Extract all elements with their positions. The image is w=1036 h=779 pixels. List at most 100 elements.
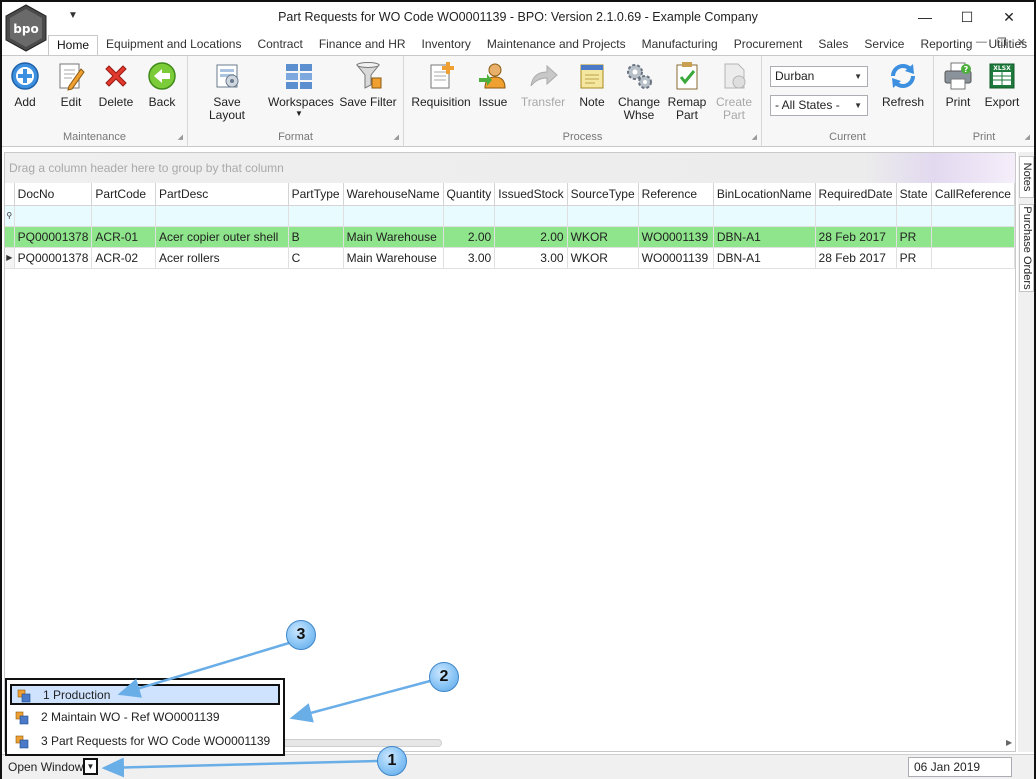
transfer-button[interactable]: Transfer bbox=[520, 60, 566, 109]
export-button[interactable]: XLSX Export bbox=[982, 60, 1022, 109]
delete-button[interactable]: Delete bbox=[96, 60, 136, 109]
cell-warehousename[interactable]: Main Warehouse bbox=[343, 247, 444, 269]
column-header-state[interactable]: State bbox=[896, 183, 932, 206]
cell-binlocationname[interactable]: DBN-A1 bbox=[713, 247, 816, 269]
column-header-partdesc[interactable]: PartDesc bbox=[155, 183, 289, 206]
scroll-right-icon[interactable]: ▶ bbox=[1006, 738, 1012, 747]
states-select[interactable]: - All States - ▼ bbox=[770, 95, 868, 116]
filter-cell[interactable] bbox=[713, 205, 816, 227]
filter-cell[interactable] bbox=[494, 205, 568, 227]
tab-reporting[interactable]: Reporting bbox=[912, 35, 980, 55]
change-whse-button[interactable]: Change Whse bbox=[616, 60, 662, 122]
tab-sales[interactable]: Sales bbox=[810, 35, 856, 55]
refresh-button[interactable]: Refresh bbox=[878, 60, 928, 109]
open-window-item-maintain-wo[interactable]: 2 Maintain WO - Ref WO0001139 bbox=[10, 708, 280, 729]
filter-cell[interactable] bbox=[931, 205, 1016, 227]
cell-partdesc[interactable]: Acer rollers bbox=[155, 247, 289, 269]
cell-parttype[interactable]: B bbox=[288, 226, 344, 248]
tab-procurement[interactable]: Procurement bbox=[726, 35, 811, 55]
cell-binlocationname[interactable]: DBN-A1 bbox=[713, 226, 816, 248]
minimize-button[interactable]: — bbox=[910, 6, 940, 28]
filter-cell[interactable] bbox=[343, 205, 444, 227]
side-tab-notes[interactable]: Notes bbox=[1019, 156, 1034, 198]
cell-quantity[interactable]: 3.00 bbox=[443, 247, 496, 269]
cell-callreference[interactable] bbox=[931, 247, 1016, 269]
group-launcher-icon[interactable]: ◢ bbox=[1025, 133, 1030, 141]
filter-cell[interactable] bbox=[288, 205, 344, 227]
cell-reference[interactable]: WO0001139 bbox=[638, 226, 714, 248]
cell-docno[interactable]: PQ00001378 bbox=[14, 247, 93, 269]
column-header-binlocationname[interactable]: BinLocationName bbox=[713, 183, 816, 206]
mdi-close-icon[interactable]: ✕ bbox=[1017, 36, 1026, 49]
cell-issuedstock[interactable]: 2.00 bbox=[494, 226, 568, 248]
horizontal-scrollbar[interactable] bbox=[282, 739, 442, 747]
column-header-issuedstock[interactable]: IssuedStock bbox=[494, 183, 568, 206]
filter-cell[interactable] bbox=[567, 205, 639, 227]
open-window-item-part-requests[interactable]: 3 Part Requests for WO Code WO0001139 bbox=[10, 732, 280, 753]
table-row[interactable]: ▶ PQ00001378 ACR-02 Acer rollers C Main … bbox=[5, 247, 1016, 269]
column-header-reference[interactable]: Reference bbox=[638, 183, 714, 206]
open-windows-dropdown-button[interactable]: ▼ bbox=[83, 758, 98, 775]
cell-state[interactable]: PR bbox=[896, 247, 932, 269]
filter-cell[interactable] bbox=[896, 205, 932, 227]
filter-cell[interactable] bbox=[155, 205, 289, 227]
cell-partcode[interactable]: ACR-01 bbox=[91, 226, 156, 248]
add-button[interactable]: Add bbox=[8, 60, 42, 109]
open-window-item-production[interactable]: 1 Production bbox=[10, 684, 280, 705]
cell-requireddate[interactable]: 28 Feb 2017 bbox=[815, 226, 897, 248]
tab-finance-and-hr[interactable]: Finance and HR bbox=[311, 35, 414, 55]
close-button[interactable]: ✕ bbox=[994, 6, 1024, 28]
group-launcher-icon[interactable]: ◢ bbox=[394, 133, 399, 141]
tab-service[interactable]: Service bbox=[856, 35, 912, 55]
filter-cell[interactable] bbox=[14, 205, 93, 227]
tab-home[interactable]: Home bbox=[48, 35, 99, 55]
back-button[interactable]: Back bbox=[145, 60, 179, 109]
save-filter-button[interactable]: Save Filter bbox=[338, 60, 398, 109]
remap-part-button[interactable]: Remap Part bbox=[666, 60, 708, 122]
cell-reference[interactable]: WO0001139 bbox=[638, 247, 714, 269]
cell-state[interactable]: PR bbox=[896, 226, 932, 248]
note-button[interactable]: Note bbox=[574, 60, 610, 109]
create-part-button[interactable]: Create Part bbox=[712, 60, 756, 122]
cell-issuedstock[interactable]: 3.00 bbox=[494, 247, 568, 269]
cell-partcode[interactable]: ACR-02 bbox=[91, 247, 156, 269]
column-header-sourcetype[interactable]: SourceType bbox=[567, 183, 639, 206]
cell-sourcetype[interactable]: WKOR bbox=[567, 226, 639, 248]
issue-button[interactable]: Issue bbox=[476, 60, 510, 109]
cell-requireddate[interactable]: 28 Feb 2017 bbox=[815, 247, 897, 269]
column-header-callreference[interactable]: CallReference bbox=[931, 183, 1016, 206]
cell-partdesc[interactable]: Acer copier outer shell bbox=[155, 226, 289, 248]
mdi-minimize-icon[interactable]: — bbox=[976, 36, 987, 49]
cell-sourcetype[interactable]: WKOR bbox=[567, 247, 639, 269]
workspaces-button[interactable]: Workspaces ▼ bbox=[268, 60, 334, 118]
column-header-parttype[interactable]: PartType bbox=[288, 183, 344, 206]
cell-warehousename[interactable]: Main Warehouse bbox=[343, 226, 444, 248]
cell-docno[interactable]: PQ00001378 bbox=[14, 226, 93, 248]
group-launcher-icon[interactable]: ◢ bbox=[178, 133, 183, 141]
column-header-warehousename[interactable]: WarehouseName bbox=[343, 183, 444, 206]
group-by-panel[interactable]: Drag a column header here to group by th… bbox=[5, 153, 1015, 183]
side-tab-purchase-orders[interactable]: Purchase Orders bbox=[1019, 204, 1034, 292]
mdi-restore-icon[interactable]: ❐ bbox=[997, 36, 1007, 49]
column-header-quantity[interactable]: Quantity bbox=[443, 183, 496, 206]
requisition-button[interactable]: Requisition bbox=[408, 60, 474, 109]
tab-maintenance-and-projects[interactable]: Maintenance and Projects bbox=[479, 35, 634, 55]
tab-manufacturing[interactable]: Manufacturing bbox=[634, 35, 726, 55]
date-field[interactable]: 06 Jan 2019 bbox=[908, 757, 1012, 777]
filter-cell[interactable] bbox=[443, 205, 496, 227]
filter-cell[interactable] bbox=[638, 205, 714, 227]
table-row[interactable]: PQ00001378 ACR-01 Acer copier outer shel… bbox=[5, 226, 1016, 248]
cell-parttype[interactable]: C bbox=[288, 247, 344, 269]
column-header-docno[interactable]: DocNo bbox=[14, 183, 93, 206]
edit-button[interactable]: Edit bbox=[54, 60, 88, 109]
cell-callreference[interactable] bbox=[931, 226, 1016, 248]
column-header-partcode[interactable]: PartCode bbox=[91, 183, 156, 206]
filter-cell[interactable] bbox=[91, 205, 156, 227]
site-select[interactable]: Durban ▼ bbox=[770, 66, 868, 87]
open-windows-label[interactable]: Open Windows bbox=[8, 760, 89, 774]
maximize-button[interactable]: ☐ bbox=[952, 6, 982, 28]
save-layout-button[interactable]: Save Layout bbox=[194, 60, 260, 122]
group-launcher-icon[interactable]: ◢ bbox=[752, 133, 757, 141]
tab-contract[interactable]: Contract bbox=[249, 35, 310, 55]
print-button[interactable]: ? Print bbox=[940, 60, 976, 109]
